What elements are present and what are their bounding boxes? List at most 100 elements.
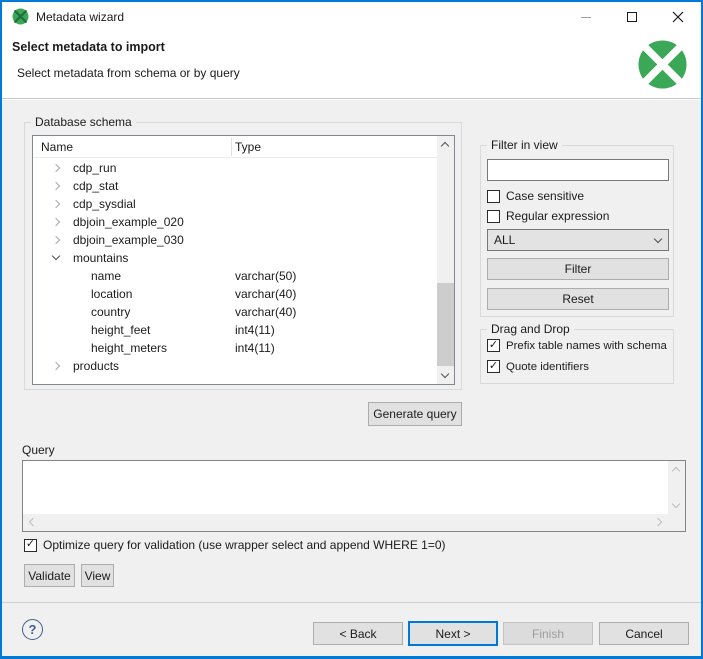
clover-app-icon (12, 8, 29, 25)
column-header-type[interactable]: Type (235, 140, 261, 154)
maximize-button[interactable] (609, 2, 655, 32)
schema-tree-header: Name Type (33, 136, 437, 158)
metadata-wizard-dialog: Metadata wizard Select metadata to impor… (0, 0, 703, 659)
tree-row[interactable]: cdp_stat (33, 177, 437, 195)
tree-row[interactable]: height_meters int4(11) (33, 339, 437, 357)
finish-button: Finish (503, 622, 593, 645)
tree-cell-name: country (91, 305, 130, 319)
query-box (22, 460, 686, 532)
tree-cell-name: mountains (73, 251, 128, 265)
no-icon (49, 341, 63, 355)
tree-cell-type: varchar(40) (235, 305, 296, 319)
tree-row[interactable]: locationvarchar(40) (33, 285, 437, 303)
filter-group-label: Filter in view (487, 138, 562, 152)
regular-expression-checkbox-row[interactable]: Regular expression (487, 209, 609, 223)
optimize-query-label: Optimize query for validation (use wrapp… (43, 538, 446, 552)
optimize-query-checkbox-row[interactable]: Optimize query for validation (use wrapp… (24, 538, 446, 552)
tree-cell-name: products (73, 359, 119, 373)
case-sensitive-checkbox-row[interactable]: Case sensitive (487, 189, 584, 203)
page-subtitle: Select metadata from schema or by query (17, 66, 240, 80)
chevron-right-icon[interactable] (49, 215, 63, 229)
close-button[interactable] (655, 2, 701, 32)
clover-logo (636, 38, 689, 91)
help-icon[interactable]: ? (22, 619, 43, 640)
maximize-icon (627, 12, 637, 22)
tree-row[interactable]: mountains (33, 249, 437, 267)
drag-and-drop-group: Drag and Drop Prefix table names with sc… (480, 329, 674, 384)
no-icon (49, 269, 63, 283)
prefix-tables-checkbox-row[interactable]: Prefix table names with schema (487, 339, 667, 352)
filter-scope-select[interactable]: ALL (487, 229, 669, 251)
optimize-query-checkbox[interactable] (24, 539, 37, 552)
query-textarea[interactable] (23, 461, 668, 514)
filter-input[interactable] (487, 159, 669, 181)
chevron-right-icon[interactable] (49, 233, 63, 247)
tree-vertical-scrollbar[interactable] (437, 136, 454, 384)
database-schema-group-label: Database schema (31, 115, 136, 129)
tree-cell-name: location (91, 287, 132, 301)
regular-expression-checkbox[interactable] (487, 210, 500, 223)
generate-query-button[interactable]: Generate query (368, 402, 462, 426)
prefix-tables-checkbox[interactable] (487, 339, 500, 352)
tree-row[interactable]: name varchar(50) (33, 267, 437, 285)
case-sensitive-checkbox[interactable] (487, 190, 500, 203)
validate-button[interactable]: Validate (24, 564, 75, 587)
tree-row[interactable]: height_feetint4(11) (33, 321, 437, 339)
quote-identifiers-checkbox[interactable] (487, 360, 500, 373)
tree-cell-name: cdp_sysdial (73, 197, 136, 211)
scrollbar-thumb[interactable] (437, 283, 454, 366)
tree-row[interactable]: country varchar(40) (33, 303, 437, 321)
reset-button[interactable]: Reset (487, 288, 669, 310)
chevron-down-icon[interactable] (49, 251, 63, 265)
tree-cell-name: dbjoin_example_030 (73, 233, 184, 247)
filter-scope-value: ALL (494, 233, 515, 247)
quote-identifiers-checkbox-row[interactable]: Quote identifiers (487, 360, 589, 373)
cancel-button[interactable]: Cancel (599, 622, 689, 645)
scroll-up-icon[interactable] (437, 136, 454, 153)
scrollbar-corner (668, 514, 685, 531)
no-icon (49, 305, 63, 319)
chevron-right-icon[interactable] (49, 179, 63, 193)
minimize-icon (581, 17, 591, 18)
no-icon (49, 287, 63, 301)
content-area: Database schema Name Type cdp_run cdp_sta… (2, 100, 701, 604)
chevron-down-icon (654, 235, 662, 243)
tree-cell-name: cdp_stat (73, 179, 118, 193)
tree-cell-name: name (91, 269, 121, 283)
column-divider[interactable] (231, 138, 232, 156)
tree-cell-name: height_meters (91, 341, 167, 355)
case-sensitive-label: Case sensitive (506, 189, 584, 203)
column-header-name[interactable]: Name (41, 140, 73, 154)
scroll-down-icon (668, 497, 685, 514)
footer-bar: ? < Back Next > Finish Cancel (2, 602, 701, 656)
tree-row[interactable]: cdp_run (33, 159, 437, 177)
scroll-up-icon (668, 461, 685, 478)
chevron-right-icon[interactable] (49, 197, 63, 211)
tree-cell-type: int4(11) (235, 323, 275, 337)
page-title: Select metadata to import (12, 40, 165, 54)
tree-row[interactable]: products (33, 357, 437, 375)
chevron-right-icon[interactable] (49, 359, 63, 373)
chevron-right-icon[interactable] (49, 161, 63, 175)
scroll-left-icon (23, 514, 40, 531)
query-horizontal-scrollbar (23, 514, 668, 531)
view-button[interactable]: View (81, 564, 114, 587)
filter-button[interactable]: Filter (487, 258, 669, 280)
quote-identifiers-label: Quote identifiers (506, 361, 589, 373)
regular-expression-label: Regular expression (506, 209, 609, 223)
tree-cell-type: int4(11) (235, 341, 275, 355)
query-vertical-scrollbar (668, 461, 685, 514)
tree-cell-type: varchar(50) (235, 269, 296, 283)
minimize-button[interactable] (563, 2, 609, 32)
no-icon (49, 323, 63, 337)
scroll-down-icon[interactable] (437, 367, 454, 384)
tree-row[interactable]: cdp_sysdial (33, 195, 437, 213)
tree-row[interactable]: dbjoin_example_030 (33, 231, 437, 249)
tree-cell-name: dbjoin_example_020 (73, 215, 184, 229)
filter-in-view-group: Filter in view Case sensitive Regular ex… (480, 145, 674, 317)
next-button[interactable]: Next > (408, 621, 498, 646)
tree-row[interactable]: dbjoin_example_020 (33, 213, 437, 231)
back-button[interactable]: < Back (313, 622, 403, 645)
title-bar: Metadata wizard (2, 2, 701, 32)
scroll-right-icon (651, 514, 668, 531)
